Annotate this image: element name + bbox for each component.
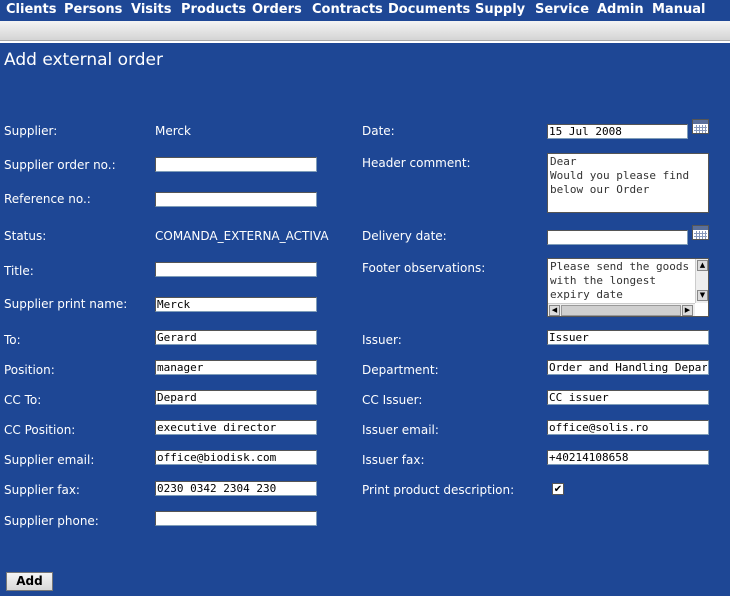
- header-comment-field[interactable]: Dear Would you please find below our Ord…: [547, 153, 709, 213]
- scroll-left-icon[interactable]: ◀: [549, 305, 560, 316]
- supplier-email-field[interactable]: [155, 450, 317, 465]
- print-product-description-label: Print product description:: [362, 483, 515, 497]
- status-label: Status:: [4, 229, 47, 243]
- supplier-email-label: Supplier email:: [4, 453, 95, 467]
- cc-issuer-label: CC Issuer:: [362, 393, 423, 407]
- delivery-date-field[interactable]: [547, 230, 688, 245]
- nav-admin[interactable]: Admin: [597, 2, 644, 17]
- date-label: Date:: [362, 124, 395, 138]
- add-button[interactable]: Add: [6, 572, 53, 591]
- cc-to-label: CC To:: [4, 393, 42, 407]
- vertical-scrollbar[interactable]: ▲ ▼: [695, 259, 708, 303]
- title-field[interactable]: [155, 262, 317, 277]
- print-product-description-checkbox[interactable]: ✔: [552, 483, 564, 495]
- calendar-icon[interactable]: [692, 119, 709, 134]
- issuer-fax-field[interactable]: [547, 450, 709, 465]
- nav-service[interactable]: Service: [535, 2, 589, 17]
- scroll-thumb[interactable]: [561, 305, 681, 316]
- nav-manual[interactable]: Manual: [652, 2, 705, 17]
- divider: [0, 41, 730, 43]
- nav-supply[interactable]: Supply: [475, 2, 525, 17]
- cc-position-field[interactable]: [155, 420, 317, 435]
- supplier-fax-label: Supplier fax:: [4, 483, 80, 497]
- to-field[interactable]: [155, 330, 317, 345]
- nav-persons[interactable]: Persons: [64, 2, 122, 17]
- scroll-right-icon[interactable]: ▶: [682, 305, 693, 316]
- reference-no-field[interactable]: [155, 192, 317, 207]
- department-label: Department:: [362, 363, 439, 377]
- supplier-label: Supplier:: [4, 124, 58, 138]
- position-label: Position:: [4, 363, 55, 377]
- title-label: Title:: [4, 264, 34, 278]
- scroll-down-icon[interactable]: ▼: [697, 290, 708, 301]
- footer-observations-box: Please send the goods with the longest e…: [547, 258, 709, 317]
- main-nav: Clients Persons Visits Products Orders C…: [0, 0, 730, 21]
- to-label: To:: [4, 333, 21, 347]
- issuer-email-field[interactable]: [547, 420, 709, 435]
- supplier-phone-label: Supplier phone:: [4, 514, 99, 528]
- page-title: Add external order: [4, 50, 164, 70]
- toolbar-strip: [0, 21, 730, 41]
- issuer-email-label: Issuer email:: [362, 423, 439, 437]
- delivery-date-label: Delivery date:: [362, 229, 447, 243]
- position-field[interactable]: [155, 360, 317, 375]
- header-comment-label: Header comment:: [362, 156, 471, 170]
- supplier-value: Merck: [155, 124, 191, 138]
- supplier-print-name-field[interactable]: [155, 297, 317, 312]
- date-field[interactable]: [547, 124, 688, 139]
- issuer-fax-label: Issuer fax:: [362, 453, 425, 467]
- supplier-phone-field[interactable]: [155, 511, 317, 526]
- nav-clients[interactable]: Clients: [6, 2, 56, 17]
- issuer-label: Issuer:: [362, 333, 402, 347]
- issuer-field[interactable]: [547, 330, 709, 345]
- cc-position-label: CC Position:: [4, 423, 76, 437]
- supplier-fax-field[interactable]: [155, 481, 317, 496]
- footer-observations-field[interactable]: Please send the goods with the longest e…: [548, 259, 696, 302]
- supplier-order-no-field[interactable]: [155, 157, 317, 172]
- nav-visits[interactable]: Visits: [131, 2, 171, 17]
- nav-products[interactable]: Products: [181, 2, 246, 17]
- nav-contracts[interactable]: Contracts: [312, 2, 383, 17]
- reference-no-label: Reference no.:: [4, 192, 91, 206]
- scroll-up-icon[interactable]: ▲: [697, 260, 708, 271]
- nav-orders[interactable]: Orders: [252, 2, 302, 17]
- nav-documents[interactable]: Documents: [388, 2, 470, 17]
- cc-issuer-field[interactable]: [547, 390, 709, 405]
- status-value: COMANDA_EXTERNA_ACTIVA: [155, 229, 329, 243]
- department-field[interactable]: [547, 360, 709, 375]
- footer-observations-label: Footer observations:: [362, 261, 486, 275]
- horizontal-scrollbar[interactable]: ◀ ▶: [548, 303, 695, 316]
- supplier-print-name-label: Supplier print name:: [4, 297, 128, 311]
- supplier-order-no-label: Supplier order no.:: [4, 158, 116, 172]
- calendar-icon[interactable]: [692, 225, 709, 240]
- cc-to-field[interactable]: [155, 390, 317, 405]
